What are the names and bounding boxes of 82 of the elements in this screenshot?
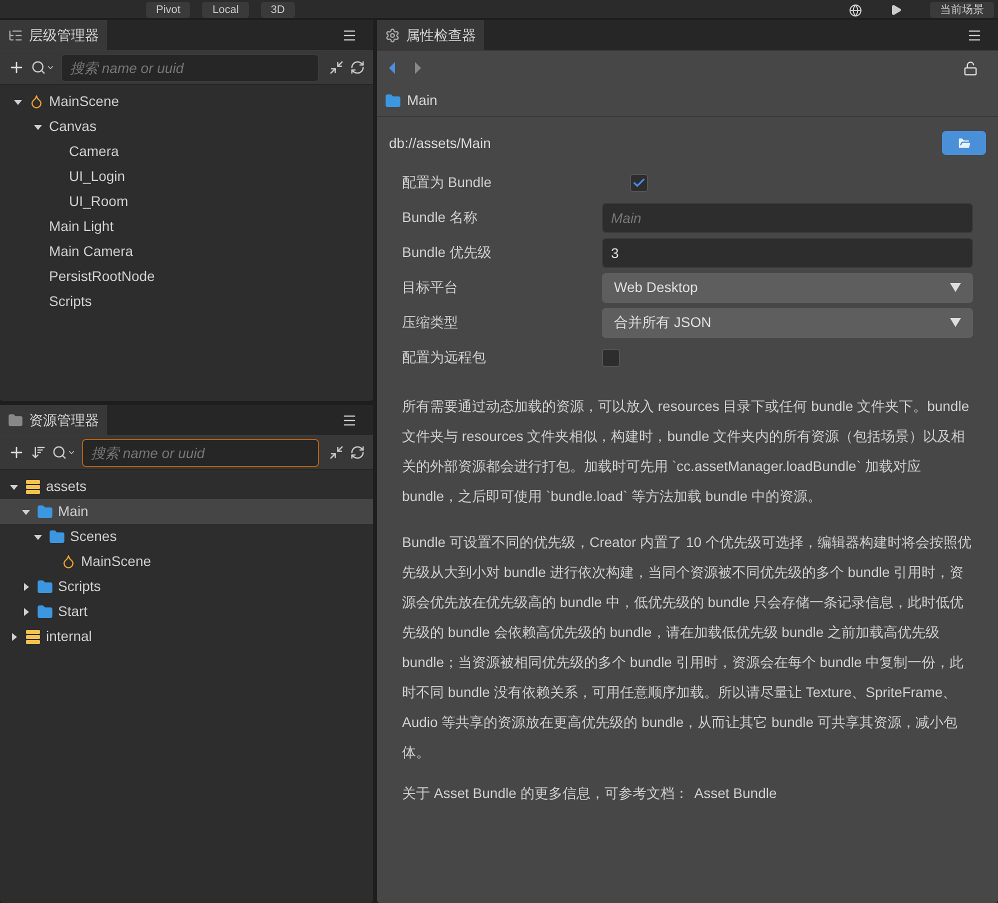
folder-icon bbox=[385, 92, 401, 108]
tree-item[interactable]: internal bbox=[0, 624, 373, 649]
scene-icon bbox=[61, 554, 76, 569]
folder-icon bbox=[37, 578, 53, 594]
hierarchy-icon bbox=[8, 28, 23, 42]
search-icon[interactable] bbox=[31, 60, 46, 75]
tree-item[interactable]: Canvas bbox=[0, 114, 373, 139]
scene-icon bbox=[29, 94, 44, 109]
dropdown[interactable]: 合并所有 JSON bbox=[602, 308, 973, 338]
folder-icon bbox=[37, 604, 53, 620]
search-field[interactable]: 搜索 name or uuid bbox=[61, 54, 319, 82]
back-icon[interactable] bbox=[387, 61, 397, 75]
more-info-text: 关于 Asset Bundle 的更多信息，可参考文档： bbox=[402, 784, 688, 803]
search-icon[interactable] bbox=[52, 445, 67, 460]
tree-item[interactable]: assets bbox=[0, 474, 373, 499]
refresh-icon[interactable] bbox=[350, 60, 365, 75]
database-icon bbox=[25, 628, 41, 644]
folder-icon bbox=[37, 504, 53, 520]
folder-icon bbox=[49, 528, 65, 544]
asset-path: db://assets/Main bbox=[389, 134, 491, 152]
menu-icon[interactable] bbox=[967, 28, 982, 42]
field-label: Bundle 优先级 bbox=[402, 243, 492, 262]
caret-icon[interactable] bbox=[67, 448, 76, 457]
dropdown-arrow-icon bbox=[950, 283, 961, 292]
collapsed-caret-icon[interactable] bbox=[9, 632, 19, 642]
tree-item[interactable]: Main Camera bbox=[0, 239, 373, 264]
forward-icon[interactable] bbox=[413, 61, 423, 75]
add-icon[interactable] bbox=[8, 59, 25, 76]
text-field[interactable]: 3 bbox=[602, 238, 973, 268]
checkbox[interactable] bbox=[630, 174, 648, 192]
field-label: 配置为远程包 bbox=[402, 348, 487, 367]
menu-icon[interactable] bbox=[342, 412, 357, 428]
dropdown-arrow-icon bbox=[950, 318, 961, 327]
database-icon bbox=[25, 478, 41, 494]
open-folder-icon bbox=[956, 136, 972, 150]
tree-item[interactable]: Main bbox=[0, 499, 373, 524]
settings-icon bbox=[385, 28, 400, 42]
tree-item[interactable]: Main Light bbox=[0, 214, 373, 239]
breadcrumb: Main bbox=[407, 91, 438, 110]
tree-item[interactable]: Start bbox=[0, 599, 373, 624]
check-icon bbox=[632, 176, 646, 190]
collapsed-caret-icon[interactable] bbox=[21, 606, 31, 616]
add-icon[interactable] bbox=[8, 444, 25, 461]
dropdown[interactable]: Web Desktop bbox=[602, 272, 973, 302]
description-paragraph: Bundle 可设置不同的优先级，Creator 内置了 10 个优先级可选择，编辑器构建时将会按照优先级从大到小对 bundle 进行依次构建，当同个资源被不同优先级的多个 bundle 引用时，资源会优先放在优先级高的 bundle 中，低优先级的 bundle 只会存储一条记录信息，此时低优先级的 bundle 会依赖高优先级的 bundle，请在加载低优先级 bundle 之前加载高优先级 bundle；当资源被相同优先级的多个 bundle 引用时，资源会在每个 bundle 中复制一份，此时不同 bundle 没有依赖关系，可用任意顺序加载。所以请尽量让 Texture、SpriteFrame、Audio 等共享的资源放在更高优先级的 bundle，从而让其它 bundle 可共享其资源，减小包体。 bbox=[402, 533, 972, 762]
open-folder-button[interactable] bbox=[942, 131, 986, 155]
field-label: 配置为 Bundle bbox=[402, 173, 492, 192]
tree-item[interactable]: Scripts bbox=[0, 574, 373, 599]
panel-tab[interactable]: 属性检查器 bbox=[377, 20, 484, 50]
tree-item[interactable]: Scenes bbox=[0, 524, 373, 549]
scene-button[interactable]: 当前场景 bbox=[930, 2, 994, 18]
globe-icon[interactable] bbox=[849, 4, 862, 17]
tree-item[interactable]: UI_Login bbox=[0, 164, 373, 189]
toolbar-button[interactable]: 3D bbox=[260, 2, 295, 18]
docs-link[interactable]: Asset Bundle bbox=[694, 783, 777, 804]
tree-item[interactable]: Scripts bbox=[0, 289, 373, 314]
text-field[interactable]: Main bbox=[602, 202, 973, 232]
refresh-icon[interactable] bbox=[350, 445, 365, 460]
toolbar-button[interactable]: Pivot bbox=[146, 2, 190, 18]
tree-item[interactable]: MainScene bbox=[0, 549, 373, 574]
sort-icon[interactable] bbox=[31, 445, 46, 460]
tree-item[interactable]: Camera bbox=[0, 139, 373, 164]
tree-item[interactable]: MainScene bbox=[0, 89, 373, 114]
toolbar-button[interactable]: Local bbox=[202, 2, 249, 18]
description-paragraph: 所有需要通过动态加载的资源，可以放入 resources 目录下或任何 bundle 文件夹下。bundle 文件夹与 resources 文件夹相似，构建时，bundle 文件夹内的所有资源（包括场景）以及相关的外部资源都会进行打包。加载时可先用 `cc.assetManager.loadBundle` 加载对应 bundle，之后即可使用 `bundle.load` 等方法加载 bundle 中的资源。 bbox=[402, 397, 970, 506]
unlock-icon[interactable] bbox=[963, 60, 978, 76]
field-label: 目标平台 bbox=[402, 278, 459, 297]
collapse-icon[interactable] bbox=[329, 60, 344, 75]
collapsed-caret-icon[interactable] bbox=[21, 582, 31, 592]
folder-icon bbox=[8, 412, 23, 428]
tree-item[interactable]: PersistRootNode bbox=[0, 264, 373, 289]
collapse-icon[interactable] bbox=[329, 445, 344, 460]
caret-icon[interactable] bbox=[46, 63, 55, 72]
search-field[interactable]: 搜索 name or uuid bbox=[82, 438, 319, 466]
panel-tab[interactable]: 资源管理器 bbox=[0, 405, 107, 435]
panel-tab[interactable]: 层级管理器 bbox=[0, 20, 107, 50]
field-label: 压缩类型 bbox=[402, 313, 459, 332]
field-label: Bundle 名称 bbox=[402, 208, 478, 227]
tree-item[interactable]: UI_Room bbox=[0, 189, 373, 214]
play-icon[interactable] bbox=[890, 4, 902, 16]
checkbox[interactable] bbox=[602, 348, 620, 366]
menu-icon[interactable] bbox=[342, 28, 357, 42]
